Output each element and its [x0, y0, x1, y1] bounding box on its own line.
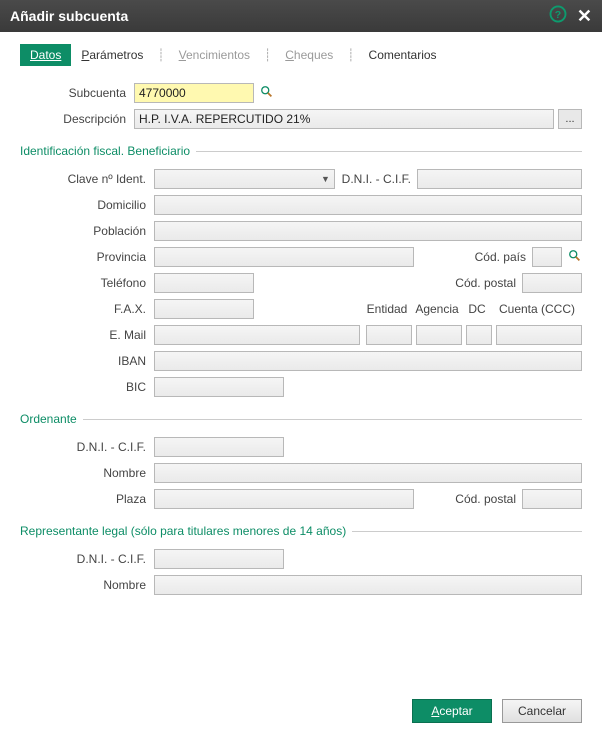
- provincia-label: Provincia: [40, 250, 154, 264]
- provincia-input[interactable]: [154, 247, 414, 267]
- domicilio-input[interactable]: [154, 195, 582, 215]
- entidad-header: Entidad: [362, 302, 412, 316]
- cuenta-input[interactable]: [496, 325, 582, 345]
- cod-pais-label: Cód. país: [414, 250, 532, 264]
- cancelar-button[interactable]: Cancelar: [502, 699, 582, 723]
- more-button[interactable]: ...: [558, 109, 582, 129]
- poblacion-input[interactable]: [154, 221, 582, 241]
- poblacion-label: Población: [40, 224, 154, 238]
- tab-separator: ┊: [157, 48, 164, 62]
- titlebar: Añadir subcuenta ? ✕: [0, 0, 602, 32]
- dni-label: D.N.I. - C.I.F.: [335, 172, 417, 186]
- agencia-input[interactable]: [416, 325, 462, 345]
- ord-plaza-label: Plaza: [40, 492, 154, 506]
- close-icon[interactable]: ✕: [577, 6, 592, 27]
- ord-nombre-input[interactable]: [154, 463, 582, 483]
- iban-input[interactable]: [154, 351, 582, 371]
- rep-dni-label: D.N.I. - C.I.F.: [40, 552, 154, 566]
- iban-label: IBAN: [40, 354, 154, 368]
- tab-separator: ┊: [264, 48, 271, 62]
- dni-input[interactable]: [417, 169, 582, 189]
- tab-datos[interactable]: Datos: [20, 44, 71, 66]
- dc-input[interactable]: [466, 325, 492, 345]
- clave-label: Clave nº Ident.: [40, 172, 154, 186]
- tab-comentarios[interactable]: Comentarios: [359, 44, 447, 66]
- fax-input[interactable]: [154, 299, 254, 319]
- email-label: E. Mail: [40, 328, 154, 342]
- telefono-input[interactable]: [154, 273, 254, 293]
- bic-input[interactable]: [154, 377, 284, 397]
- tab-cheques: Cheques: [275, 44, 343, 66]
- subcuenta-input[interactable]: [134, 83, 254, 103]
- domicilio-label: Domicilio: [40, 198, 154, 212]
- cuenta-header: Cuenta (CCC): [492, 302, 582, 316]
- cod-postal-label: Cód. postal: [254, 276, 522, 290]
- chevron-down-icon: ▼: [321, 174, 330, 184]
- fax-label: F.A.X.: [40, 302, 154, 316]
- ord-dni-label: D.N.I. - C.I.F.: [40, 440, 154, 454]
- rep-dni-input[interactable]: [154, 549, 284, 569]
- entidad-input[interactable]: [366, 325, 412, 345]
- ord-dni-input[interactable]: [154, 437, 284, 457]
- help-icon[interactable]: ?: [549, 5, 567, 28]
- fieldset-ordenante: Ordenante: [20, 412, 582, 426]
- email-input[interactable]: [154, 325, 360, 345]
- tabs: Datos Parámetros ┊ Vencimientos ┊ Cheque…: [20, 44, 582, 66]
- cod-pais-input[interactable]: [532, 247, 562, 267]
- rep-nombre-input[interactable]: [154, 575, 582, 595]
- tab-vencimientos: Vencimientos: [169, 44, 260, 66]
- bic-label: BIC: [40, 380, 154, 394]
- tab-parametros[interactable]: Parámetros: [71, 44, 153, 66]
- dc-header: DC: [462, 302, 492, 316]
- footer-buttons: Aceptar Cancelar: [412, 699, 582, 723]
- rep-nombre-label: Nombre: [40, 578, 154, 592]
- clave-select[interactable]: ▼: [154, 169, 335, 189]
- ord-cod-postal-label: Cód. postal: [414, 492, 522, 506]
- cod-postal-input[interactable]: [522, 273, 582, 293]
- search-icon[interactable]: [260, 85, 274, 102]
- svg-text:?: ?: [555, 8, 561, 20]
- subcuenta-label: Subcuenta: [20, 86, 134, 100]
- ord-nombre-label: Nombre: [40, 466, 154, 480]
- telefono-label: Teléfono: [40, 276, 154, 290]
- search-icon[interactable]: [568, 249, 582, 266]
- aceptar-button[interactable]: Aceptar: [412, 699, 492, 723]
- descripcion-input[interactable]: [134, 109, 554, 129]
- agencia-header: Agencia: [412, 302, 462, 316]
- fieldset-representante: Representante legal (sólo para titulares…: [20, 524, 582, 538]
- descripcion-label: Descripción: [20, 112, 134, 126]
- window-title: Añadir subcuenta: [10, 8, 128, 24]
- tab-separator: ┊: [347, 48, 354, 62]
- fieldset-fiscal: Identificación fiscal. Beneficiario: [20, 144, 582, 158]
- ord-cod-postal-input[interactable]: [522, 489, 582, 509]
- ord-plaza-input[interactable]: [154, 489, 414, 509]
